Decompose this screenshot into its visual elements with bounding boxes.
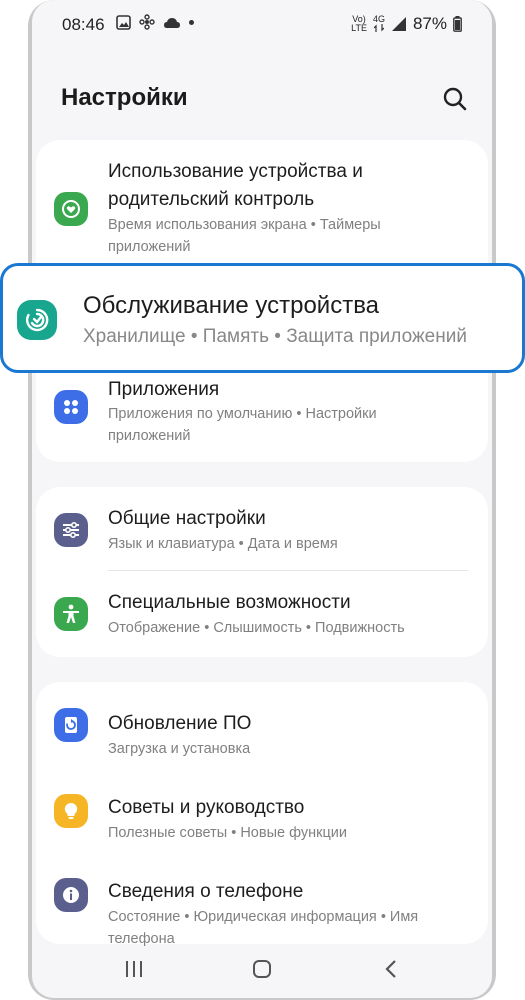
navigation-bar: [32, 942, 492, 998]
notification-dot: [189, 19, 194, 25]
status-left-icons: [116, 14, 194, 30]
settings-card-2: Общие настройки Язык и клавиатура • Дата…: [36, 487, 488, 657]
item-title: Советы и руководство: [108, 797, 305, 818]
item-subtitle: Полезные советы • Новые функции: [108, 825, 347, 841]
data-arrows-icon: [373, 23, 385, 32]
divider: [108, 570, 468, 571]
settings-flower-icon: [139, 14, 155, 30]
item-title: Сведения о телефоне: [108, 881, 304, 902]
list-item-accessibility[interactable]: Специальные возможности Отображение • Сл…: [36, 585, 488, 657]
screen: 08:46 Vo) LTE 4G 87% Настройки Использов…: [32, 0, 492, 998]
item-title-line2: родительский контроль: [108, 189, 315, 210]
status-right-icons: Vo) LTE 4G 87%: [351, 14, 462, 34]
battery-icon: [453, 16, 462, 32]
item-subtitle: Язык и клавиатура • Дата и время: [108, 536, 338, 552]
list-item-general[interactable]: Общие настройки Язык и клавиатура • Дата…: [36, 501, 488, 573]
list-item-device-care-highlighted[interactable]: Обслуживание устройства Хранилище • Памя…: [0, 263, 525, 373]
apps-grid-icon: [54, 390, 88, 424]
list-item-tips[interactable]: Советы и руководство Полезные советы • Н…: [36, 780, 488, 852]
recents-icon[interactable]: [124, 960, 144, 978]
item-title: Обновление ПО: [108, 713, 252, 734]
device-care-icon: [17, 300, 57, 340]
item-subtitle: Отображение • Слышимость • Подвижность: [108, 620, 405, 636]
item-title: Обслуживание устройства: [83, 292, 380, 319]
volte-indicator: Vo) LTE: [351, 14, 367, 33]
signal-4g-indicator: 4G: [373, 14, 385, 34]
info-icon: [54, 878, 88, 912]
heart-clock-icon: [54, 192, 88, 226]
item-title: Общие настройки: [108, 508, 266, 529]
signal-icon: [391, 17, 406, 31]
item-subtitle-line1: Состояние • Юридическая информация • Имя: [108, 909, 419, 925]
item-subtitle-line1: Приложения по умолчанию • Настройки: [108, 406, 377, 422]
settings-card-3: Обновление ПО Загрузка и установка Совет…: [36, 682, 488, 947]
list-item-software-update[interactable]: Обновление ПО Загрузка и установка: [36, 696, 488, 768]
list-item-device-usage[interactable]: Использование устройства и родительский …: [36, 156, 488, 266]
battery-percent: 87%: [412, 14, 447, 33]
back-icon[interactable]: [384, 959, 398, 979]
weather-icon: [164, 17, 180, 28]
item-title-line1: Использование устройства и: [108, 161, 363, 182]
item-subtitle-line2: приложений: [108, 239, 191, 255]
update-icon: [54, 708, 88, 742]
lightbulb-icon: [54, 794, 88, 828]
accessibility-icon: [54, 597, 88, 631]
image-icon: [116, 14, 131, 30]
item-title: Специальные возможности: [108, 592, 351, 613]
home-icon[interactable]: [252, 959, 272, 979]
item-subtitle-line1: Время использования экрана • Таймеры: [108, 217, 381, 233]
list-item-about-phone[interactable]: Сведения о телефоне Состояние • Юридичес…: [36, 864, 488, 947]
page-title: Настройки: [61, 84, 188, 111]
item-subtitle: Загрузка и установка: [108, 741, 251, 757]
sliders-icon: [54, 513, 88, 547]
status-bar: 08:46 Vo) LTE 4G 87%: [32, 0, 492, 48]
item-subtitle-line2: приложений: [108, 428, 191, 444]
search-icon[interactable]: [442, 86, 468, 112]
status-time: 08:46: [62, 15, 105, 34]
list-item-apps[interactable]: Приложения Приложения по умолчанию • Нас…: [36, 372, 488, 452]
item-title: Приложения: [108, 379, 220, 400]
item-subtitle: Хранилище • Память • Защита приложений: [83, 326, 467, 347]
